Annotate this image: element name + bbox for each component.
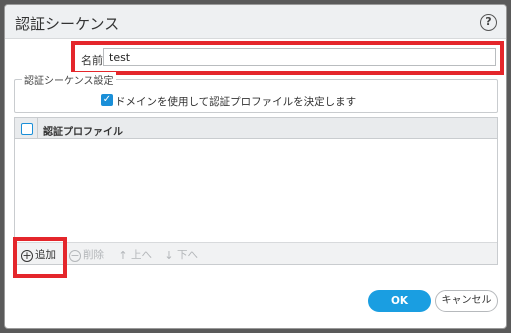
settings-legend: 認証シーケンス設定 bbox=[22, 72, 116, 87]
use-domain-checkbox[interactable]: ✓ bbox=[101, 94, 113, 106]
move-down-button[interactable]: ↓ 下へ bbox=[163, 247, 198, 263]
name-label: 名前 bbox=[81, 54, 103, 67]
delete-button-label: 削除 bbox=[83, 249, 104, 261]
add-highlight-box bbox=[13, 237, 67, 278]
minus-circle-icon: − bbox=[69, 249, 81, 262]
header-divider bbox=[37, 118, 38, 139]
name-input[interactable] bbox=[103, 48, 496, 66]
use-domain-checkbox-label: ドメインを使用して認証プロファイルを決定します bbox=[115, 96, 357, 108]
move-down-label: 下へ bbox=[177, 249, 198, 261]
ok-button[interactable]: OK bbox=[368, 290, 431, 312]
dialog-title: 認証シーケンス bbox=[15, 15, 120, 33]
delete-button[interactable]: − 削除 bbox=[69, 247, 104, 262]
arrow-down-icon: ↓ bbox=[164, 249, 174, 262]
arrow-up-icon: ↑ bbox=[118, 249, 128, 262]
help-icon[interactable]: ? bbox=[480, 14, 497, 31]
cancel-button[interactable]: キャンセル bbox=[435, 290, 498, 312]
select-all-checkbox[interactable] bbox=[21, 123, 33, 135]
table-toolbar: + 追加 − 削除 ↑ 上へ ↓ 下へ bbox=[15, 242, 497, 264]
table-header: 認証プロファイル bbox=[15, 118, 497, 139]
move-up-button[interactable]: ↑ 上へ bbox=[117, 247, 152, 263]
move-up-label: 上へ bbox=[131, 249, 152, 261]
column-header-profile[interactable]: 認証プロファイル bbox=[43, 123, 123, 138]
profile-table: 認証プロファイル + 追加 − 削除 ↑ 上へ ↓ 下へ bbox=[14, 117, 498, 265]
dialog-header: 認証シーケンス ? bbox=[5, 5, 506, 39]
auth-sequence-dialog: 認証シーケンス ? 名前 認証シーケンス設定 ✓ ドメインを使用して認証プロファ… bbox=[4, 4, 507, 329]
